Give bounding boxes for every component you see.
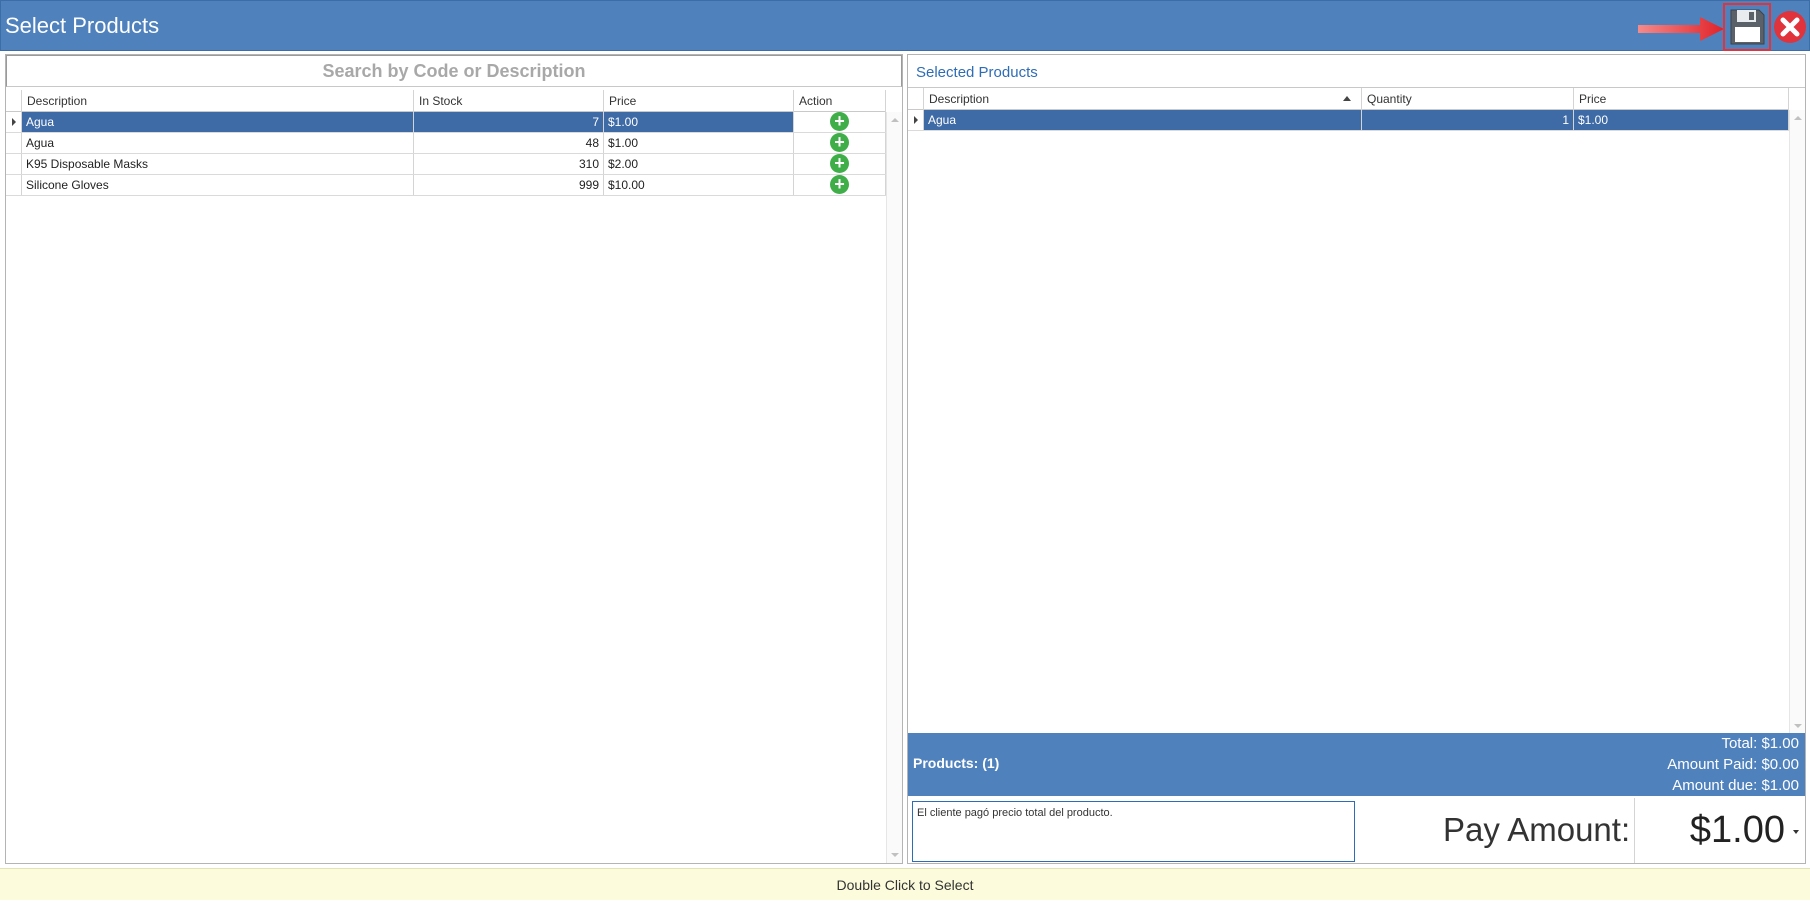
selected-grid-scrollbar[interactable] xyxy=(1789,110,1805,734)
header-indicator xyxy=(6,90,22,112)
red-arrow-icon xyxy=(1638,17,1724,41)
scroll-up-icon[interactable] xyxy=(891,118,899,122)
floppy-disk-icon xyxy=(1730,9,1765,45)
row-pointer-icon xyxy=(914,116,918,124)
cell-price: $2.00 xyxy=(604,154,794,174)
search-input[interactable] xyxy=(6,55,902,87)
products-count: Products: (1) xyxy=(913,755,1000,771)
selected-grid: Description Quantity Price Agua 1 $1.00 xyxy=(908,87,1805,734)
scroll-down-icon[interactable] xyxy=(1794,724,1802,728)
cell-action: + xyxy=(794,112,886,132)
cell-price: $1.00 xyxy=(604,133,794,153)
column-header-price[interactable]: Price xyxy=(604,90,794,112)
selected-products-title: Selected Products xyxy=(916,64,1038,81)
amount-due: Amount due: $1.00 xyxy=(1672,777,1799,794)
cell-price: $1.00 xyxy=(604,112,794,132)
column-header-price[interactable]: Price xyxy=(1574,88,1789,110)
pay-amount-value: $1.00 xyxy=(1689,809,1785,851)
total-amount: Total: $1.00 xyxy=(1721,735,1799,752)
cell-in-stock: 48 xyxy=(414,133,604,153)
amount-paid: Amount Paid: $0.00 xyxy=(1667,756,1799,773)
pay-amount-input[interactable]: $1.00 xyxy=(1634,798,1805,863)
add-circle-icon[interactable]: + xyxy=(830,175,849,194)
cell-in-stock: 999 xyxy=(414,175,604,195)
title-bar: Select Products xyxy=(0,0,1810,51)
notes-field[interactable]: El cliente pagó precio total del product… xyxy=(912,801,1355,862)
selected-grid-header: Description Quantity Price xyxy=(908,88,1789,110)
column-header-in-stock[interactable]: In Stock xyxy=(414,90,604,112)
column-header-description[interactable]: Description xyxy=(924,88,1362,110)
column-header-description-label: Description xyxy=(929,92,990,106)
cell-description: Silicone Gloves xyxy=(22,175,414,195)
table-row[interactable]: Agua 7 $1.00 + xyxy=(6,112,886,133)
cell-description: Agua xyxy=(22,112,414,132)
window-title: Select Products xyxy=(5,13,160,38)
add-circle-icon[interactable]: + xyxy=(830,154,849,173)
sort-ascending-icon xyxy=(1343,96,1351,101)
save-button[interactable] xyxy=(1723,3,1771,51)
cell-description: Agua xyxy=(22,133,414,153)
chevron-down-icon[interactable] xyxy=(1793,830,1799,834)
row-indicator xyxy=(908,110,924,130)
row-indicator xyxy=(6,175,22,195)
column-header-description[interactable]: Description xyxy=(22,90,414,112)
column-header-quantity[interactable]: Quantity xyxy=(1362,88,1574,110)
product-catalog-panel: Description In Stock Price Action Agua 7… xyxy=(5,54,903,864)
scroll-down-icon[interactable] xyxy=(891,853,899,857)
cell-quantity: 1 xyxy=(1362,110,1574,130)
row-indicator xyxy=(6,154,22,174)
cell-description: Agua xyxy=(924,110,1362,130)
cell-action: + xyxy=(794,154,886,174)
product-grid-header: Description In Stock Price Action xyxy=(6,90,886,112)
row-pointer-icon xyxy=(12,118,16,126)
column-header-action: Action xyxy=(794,90,886,112)
pay-amount-label: Pay Amount: xyxy=(1443,811,1631,848)
scroll-up-icon[interactable] xyxy=(1794,116,1802,120)
row-indicator xyxy=(6,112,22,132)
cell-in-stock: 310 xyxy=(414,154,604,174)
add-circle-icon[interactable]: + xyxy=(830,133,849,152)
totals-summary: Products: (1) Total: $1.00 Amount Paid: … xyxy=(908,733,1805,796)
cell-action: + xyxy=(794,175,886,195)
cell-in-stock: 7 xyxy=(414,112,604,132)
cell-description: K95 Disposable Masks xyxy=(22,154,414,174)
product-grid: Description In Stock Price Action Agua 7… xyxy=(6,90,902,863)
table-row[interactable]: K95 Disposable Masks 310 $2.00 + xyxy=(6,154,886,175)
cell-price: $1.00 xyxy=(1574,110,1789,130)
selected-products-panel: Selected Products Description Quantity P… xyxy=(907,54,1806,864)
table-row[interactable]: Silicone Gloves 999 $10.00 + xyxy=(6,175,886,196)
status-bar: Double Click to Select xyxy=(0,868,1810,900)
product-grid-scrollbar[interactable] xyxy=(886,112,902,863)
table-row[interactable]: Agua 48 $1.00 + xyxy=(6,133,886,154)
close-icon[interactable] xyxy=(1773,10,1807,44)
row-indicator xyxy=(6,133,22,153)
cell-price: $10.00 xyxy=(604,175,794,195)
header-indicator xyxy=(908,88,924,110)
table-row[interactable]: Agua 1 $1.00 xyxy=(908,110,1789,131)
add-circle-icon[interactable]: + xyxy=(830,112,849,131)
cell-action: + xyxy=(794,133,886,153)
